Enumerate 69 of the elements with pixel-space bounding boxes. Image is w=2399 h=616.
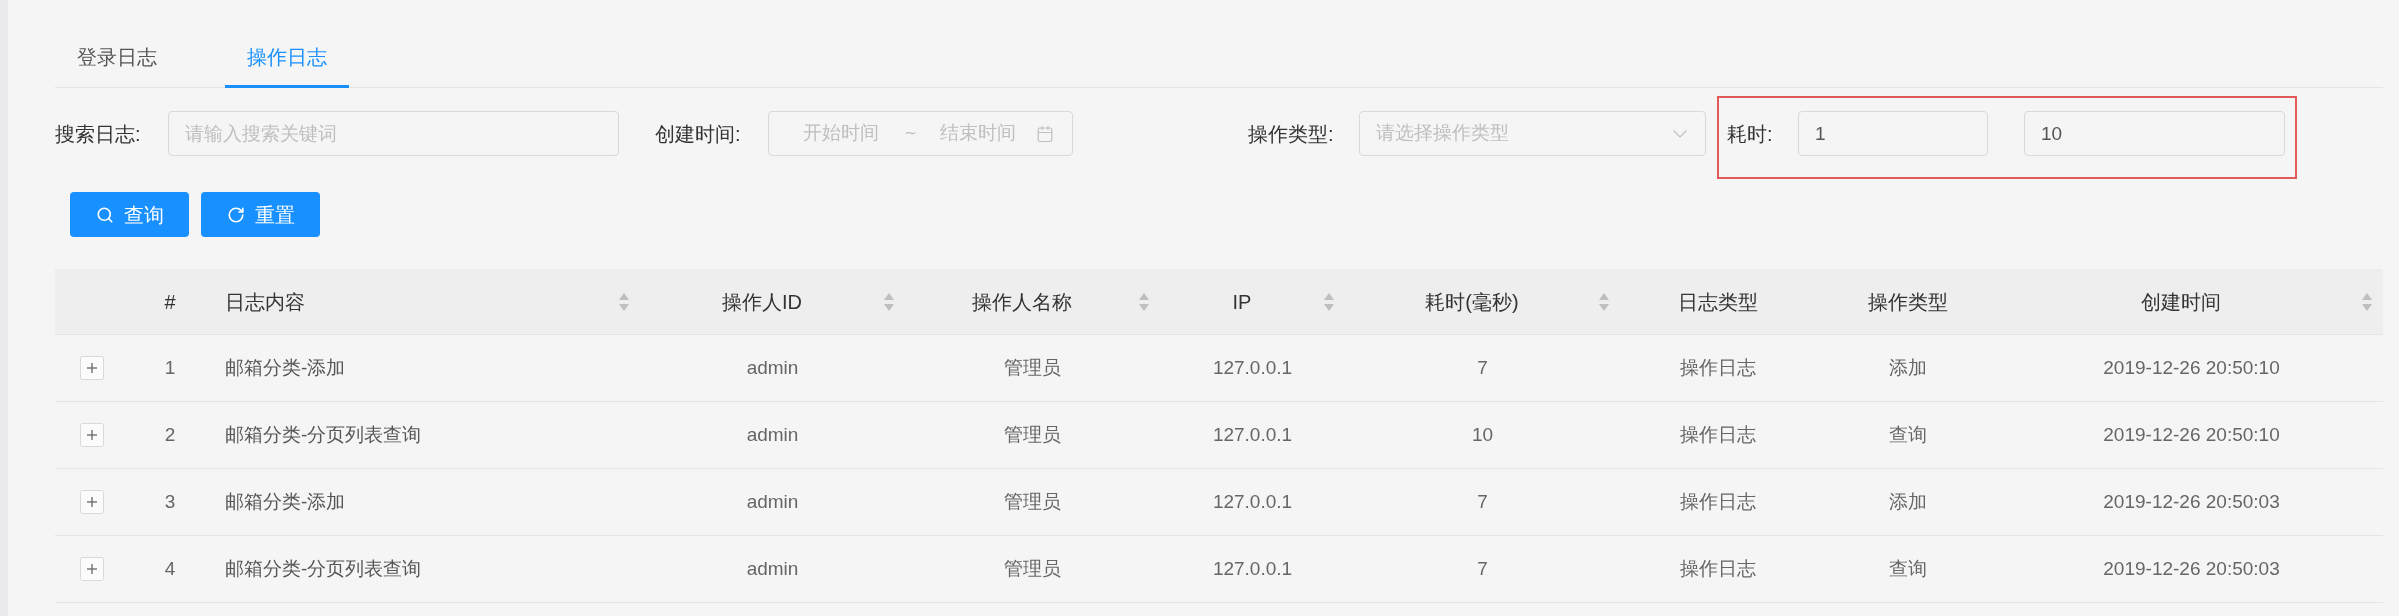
expand-icon[interactable]: [80, 356, 104, 380]
search-icon: [95, 205, 114, 224]
table-cell-text: 2019-12-26 20:50:10: [2103, 355, 2280, 380]
tab[interactable]: 登录日志: [55, 30, 179, 88]
expand-icon[interactable]: [80, 423, 104, 447]
sort-icon[interactable]: [1324, 292, 1334, 311]
sort-icon[interactable]: [1599, 292, 1609, 311]
expand-icon[interactable]: [80, 490, 104, 514]
table-cell-text: 添加: [1888, 489, 1927, 514]
table-cell-text: 2019-12-26 20:50:03: [2103, 489, 2280, 514]
table-cell-text: 7: [1477, 556, 1488, 581]
table-cell-text: 操作日志: [1679, 422, 1756, 447]
sort-icon[interactable]: [619, 292, 629, 311]
table-cell-text: 2: [164, 422, 176, 447]
table-cell-text: 操作日志: [1679, 556, 1756, 581]
calendar-icon: [1036, 124, 1054, 143]
field-label: 搜索日志:: [55, 121, 142, 147]
table-cell-text: admin: [746, 489, 799, 514]
column-header: 操作人名称: [972, 289, 1072, 315]
table-cell-text: 4: [164, 556, 176, 581]
min-duration-field[interactable]: 1: [1798, 111, 1988, 156]
table-cell-text: 127.0.0.1: [1212, 355, 1293, 380]
table-cell-text: 添加: [1888, 355, 1927, 380]
column-header: 操作人ID: [722, 289, 802, 315]
chevron-down-icon: [1673, 129, 1687, 138]
table-cell-text: 查询: [1888, 422, 1927, 447]
table-cell-text: 操作日志: [1679, 355, 1756, 380]
reload-icon: [226, 205, 245, 224]
table-cell-text: 管理员: [1004, 422, 1061, 447]
field-label: 耗时:: [1727, 121, 1774, 147]
table-cell-text: 3: [164, 489, 176, 514]
reset-button[interactable]: 重置: [201, 192, 320, 237]
tab[interactable]: 操作日志: [225, 30, 349, 88]
table-cell-text: 管理员: [1004, 556, 1061, 581]
table-cell-text: 127.0.0.1: [1212, 489, 1293, 514]
table-cell-text: 管理员: [1004, 355, 1061, 380]
table-cell-text: 2019-12-26 20:50:03: [2103, 556, 2280, 581]
search-button[interactable]: 查询: [70, 192, 189, 237]
column-header: 创建时间: [2141, 289, 2221, 315]
table-cell-text: 127.0.0.1: [1212, 422, 1293, 447]
field-label: 创建时间:: [655, 121, 742, 147]
table-cell-text: 邮箱分类-分页列表查询: [225, 422, 422, 447]
table-cell-text: 127.0.0.1: [1212, 556, 1293, 581]
max-duration-field[interactable]: 10: [2024, 111, 2285, 156]
table-cell-text: admin: [746, 355, 799, 380]
table-cell-text: admin: [746, 422, 799, 447]
table-cell-text: 操作日志: [1679, 489, 1756, 514]
table-cell-text: 邮箱分类-添加: [225, 489, 346, 514]
table-cell-text: 1: [164, 355, 176, 380]
table-cell-text: 10: [1471, 422, 1494, 447]
table-cell-text: 查询: [1888, 556, 1927, 581]
column-header: 日志内容: [225, 289, 305, 315]
table-cell-text: admin: [746, 556, 799, 581]
table-cell-text: 邮箱分类-添加: [225, 355, 346, 380]
table-cell-text: 7: [1477, 355, 1488, 380]
column-header: 操作类型: [1867, 289, 1948, 315]
column-header: IP: [1232, 289, 1252, 315]
column-header: #: [164, 289, 176, 315]
sort-icon[interactable]: [2362, 292, 2372, 311]
column-header: 日志类型: [1677, 289, 1758, 315]
field-label: 操作类型:: [1248, 121, 1335, 147]
sort-icon[interactable]: [884, 292, 894, 311]
expand-icon[interactable]: [80, 557, 104, 581]
sort-icon[interactable]: [1139, 292, 1149, 311]
table-cell-text: 邮箱分类-分页列表查询: [225, 556, 422, 581]
column-header: 耗时(毫秒): [1425, 289, 1519, 315]
table-cell-text: 2019-12-26 20:50:10: [2103, 422, 2280, 447]
table-cell-text: 管理员: [1004, 489, 1061, 514]
table-cell-text: 7: [1477, 489, 1488, 514]
